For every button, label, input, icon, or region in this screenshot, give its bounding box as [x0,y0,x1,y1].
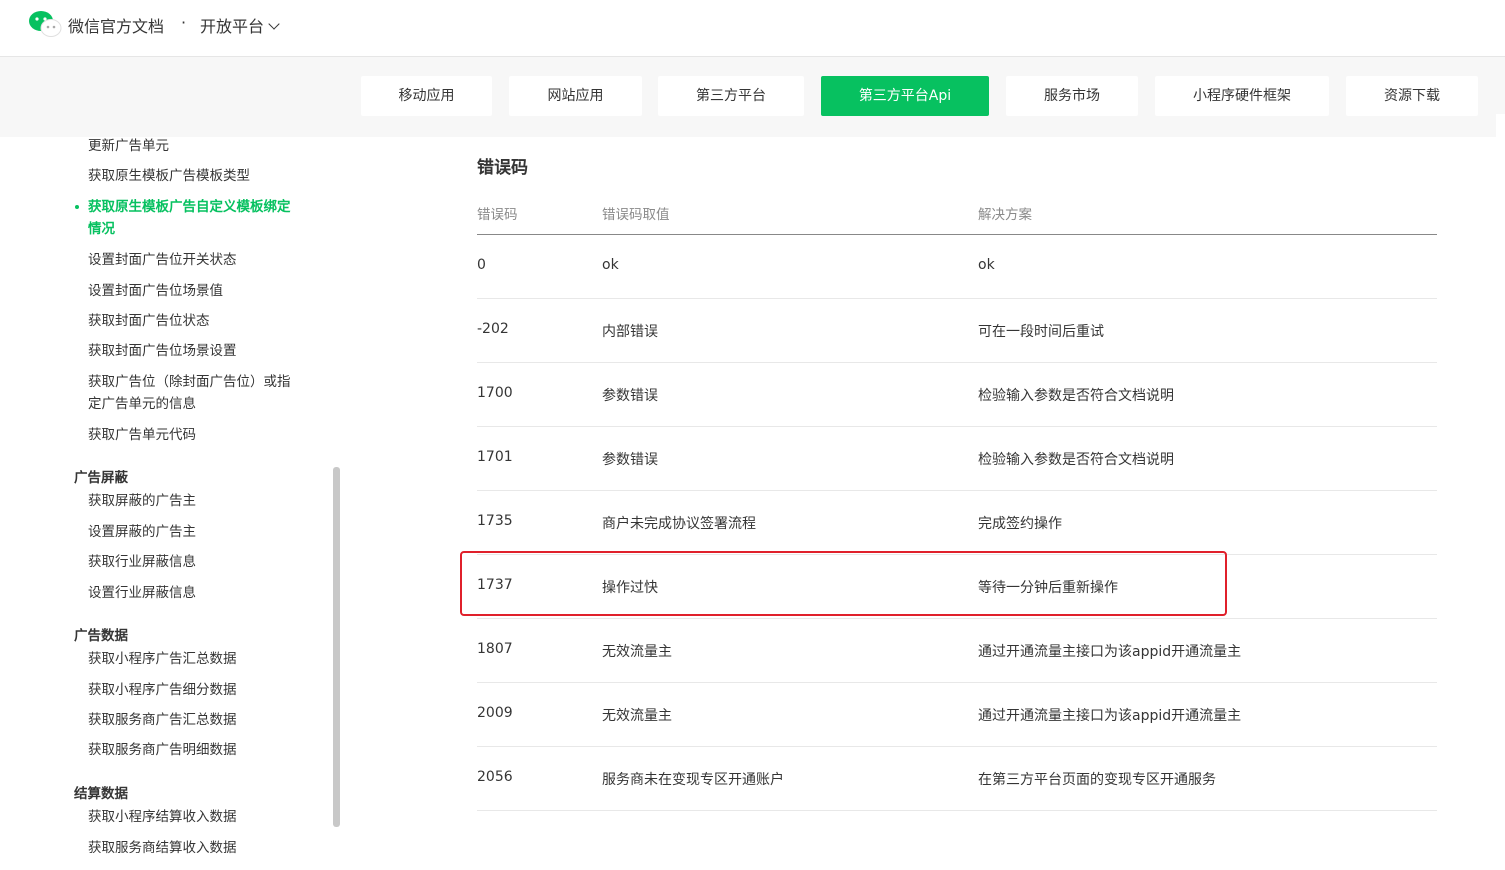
error-code: 1737 [477,577,513,593]
category-nav: 移动应用 网站应用 第三方平台 第三方平台Api 服务市场 小程序硬件框架 资源… [0,57,1505,194]
nav-tab-mobile-app[interactable]: 移动应用 [361,76,492,116]
table-row: -202 内部错误 可在一段时间后重试 [477,299,1437,363]
error-code: 1735 [477,513,513,529]
sidebar-item-label: 情况 [88,221,115,237]
table-header-code: 错误码 [477,207,518,223]
error-value: 服务商未在变现专区开通账户 [602,772,784,788]
platform-dropdown[interactable]: 开放平台 [200,13,280,37]
error-solution: 检验输入参数是否符合文档说明 [978,452,1174,468]
sidebar-group-ad-block: 广告屏蔽 [74,470,128,486]
nav-tab-third-party-api[interactable]: 第三方平台Api [821,76,989,116]
sidebar-item-set-industry-block[interactable]: 设置行业屏蔽信息 [88,582,308,604]
sidebar-item-provider-ad-summary[interactable]: 获取服务商广告汇总数据 [88,709,308,731]
sidebar-group-settlement-data: 结算数据 [74,786,128,802]
sidebar-scrollbar[interactable] [333,467,340,827]
nav-tab-service-market[interactable]: 服务市场 [1006,76,1138,116]
sidebar-item-ad-unit-code[interactable]: 获取广告单元代码 [88,424,308,446]
sidebar-item-set-blocked-advertisers[interactable]: 设置屏蔽的广告主 [88,521,308,543]
sidebar-item-mp-settlement[interactable]: 获取小程序结算收入数据 [88,806,308,828]
error-value: ok [602,257,619,273]
header-separator: · [181,13,187,32]
error-code-table: 错误码 错误码取值 解决方案 0 ok ok -202 内部错误 可在一段时间后… [477,190,1437,811]
table-row: 2056 服务商未在变现专区开通账户 在第三方平台页面的变现专区开通服务 [477,747,1437,811]
sidebar-item-cover-scene-setting[interactable]: 获取封面广告位场景设置 [88,340,308,362]
error-code: 0 [477,257,486,273]
table-row: 1735 商户未完成协议签署流程 完成签约操作 [477,491,1437,555]
sidebar-item-cover-scene[interactable]: 设置封面广告位场景值 [88,280,308,302]
error-code: 1807 [477,641,513,657]
sidebar-item-ad-position-info[interactable]: 获取广告位（除封面广告位）或指 定广告单元的信息 [88,371,308,415]
table-header-value: 错误码取值 [602,207,670,223]
wechat-logo-icon[interactable] [28,10,62,38]
sidebar-item-provider-settlement[interactable]: 获取服务商结算收入数据 [88,837,308,859]
table-row: 0 ok ok [477,235,1437,299]
error-solution: 通过开通流量主接口为该appid开通流量主 [978,644,1242,660]
sidebar: 更新广告单元 获取原生模板广告模板类型 获取原生模板广告自定义模板绑定 情况 设… [0,137,335,870]
error-solution: 完成签约操作 [978,516,1062,532]
error-value: 商户未完成协议签署流程 [602,516,756,532]
nav-tab-resource-download[interactable]: 资源下载 [1346,76,1478,116]
top-header: 微信官方文档 · 开放平台 [0,0,1505,57]
table-header-solution: 解决方案 [978,207,1032,223]
error-value: 无效流量主 [602,708,672,724]
error-value: 无效流量主 [602,644,672,660]
sidebar-item-label: 定广告单元的信息 [88,396,196,412]
platform-label: 开放平台 [200,17,265,36]
error-code: -202 [477,321,509,337]
sidebar-item-mp-ad-summary[interactable]: 获取小程序广告汇总数据 [88,648,308,670]
table-row: 1807 无效流量主 通过开通流量主接口为该appid开通流量主 [477,619,1437,683]
sidebar-item-cover-switch[interactable]: 设置封面广告位开关状态 [88,249,308,271]
error-code: 2009 [477,705,513,721]
chevron-down-icon [268,18,280,30]
active-bullet-icon [75,205,79,209]
section-title-error-codes: 错误码 [477,158,528,178]
error-solution: 在第三方平台页面的变现专区开通服务 [978,772,1216,788]
nav-tab-third-party-platform[interactable]: 第三方平台 [658,76,804,116]
sidebar-group-ad-data: 广告数据 [74,628,128,644]
sidebar-item-get-industry-block[interactable]: 获取行业屏蔽信息 [88,551,308,573]
sidebar-item-native-template-types[interactable]: 获取原生模板广告模板类型 [88,165,308,187]
error-solution: 通过开通流量主接口为该appid开通流量主 [978,708,1242,724]
error-solution: 可在一段时间后重试 [978,324,1104,340]
sidebar-item-label: 获取原生模板广告自定义模板绑定 [88,199,291,215]
sidebar-item-update-ad-unit[interactable]: 更新广告单元 [88,137,308,157]
sidebar-item-provider-ad-detail[interactable]: 获取服务商广告明细数据 [88,739,308,761]
error-value: 参数错误 [602,452,658,468]
sidebar-item-mp-ad-detail[interactable]: 获取小程序广告细分数据 [88,679,308,701]
error-code: 1701 [477,449,513,465]
error-solution: 检验输入参数是否符合文档说明 [978,388,1174,404]
error-value: 内部错误 [602,324,658,340]
sidebar-item-native-template-binding[interactable]: 获取原生模板广告自定义模板绑定 情况 [88,196,308,240]
table-header-row: 错误码 错误码取值 解决方案 [477,190,1437,235]
error-code: 2056 [477,769,513,785]
sidebar-item-label: 获取广告位（除封面广告位）或指 [88,374,291,390]
table-row: 1701 参数错误 检验输入参数是否符合文档说明 [477,427,1437,491]
table-row-highlighted: 1737 操作过快 等待一分钟后重新操作 [477,555,1437,619]
table-row: 2009 无效流量主 通过开通流量主接口为该appid开通流量主 [477,683,1437,747]
nav-tab-mini-program-hardware[interactable]: 小程序硬件框架 [1155,76,1329,116]
nav-tab-website-app[interactable]: 网站应用 [509,76,642,116]
error-value: 参数错误 [602,388,658,404]
error-solution: ok [978,257,995,273]
error-solution: 等待一分钟后重新操作 [978,580,1118,596]
sidebar-item-cover-status[interactable]: 获取封面广告位状态 [88,310,308,332]
error-value: 操作过快 [602,580,658,596]
nav-scroll-edge [1496,114,1505,194]
sidebar-item-get-blocked-advertisers[interactable]: 获取屏蔽的广告主 [88,490,308,512]
table-row: 1700 参数错误 检验输入参数是否符合文档说明 [477,363,1437,427]
site-title[interactable]: 微信官方文档 [68,13,164,37]
error-code: 1700 [477,385,513,401]
